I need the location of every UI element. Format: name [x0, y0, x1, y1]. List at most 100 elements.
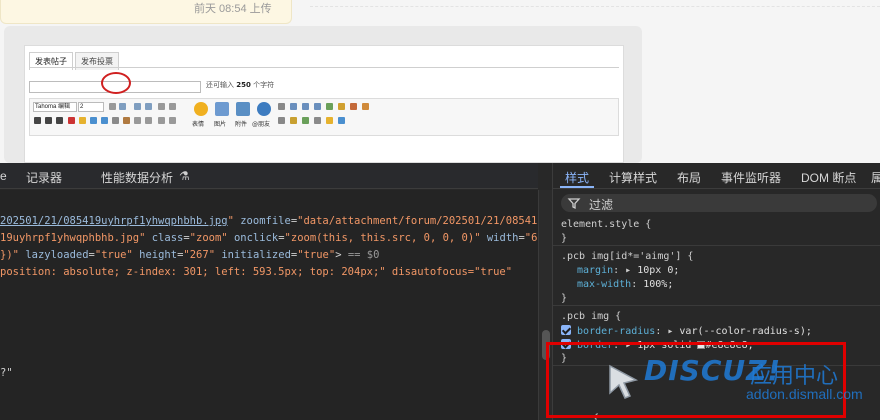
indent-icon[interactable] — [134, 117, 141, 124]
code-line-5[interactable]: ?" — [0, 367, 13, 379]
editor-screenshot: 发表帖子 发布投票 还可输入 250 个字符 Tahoma 编辑 2 表情 图片… — [24, 45, 624, 163]
tab-recorder[interactable]: 记录器 — [26, 169, 62, 186]
rule1-line2[interactable]: max-width: 100%; — [577, 279, 673, 290]
quote-icon[interactable] — [278, 103, 285, 110]
screenshot: 前天 08:54 上传 发表帖子 发布投票 还可输入 250 个字符 Tahom… — [0, 0, 880, 420]
class-value: zoom — [196, 232, 222, 244]
rule1-line1[interactable]: margin: ▸ 10px 0; — [577, 265, 679, 276]
rule1-prop-margin: margin — [577, 265, 614, 276]
unlink-icon[interactable] — [101, 117, 108, 124]
element-style-open[interactable]: element.style { — [561, 219, 651, 230]
rule2-selector[interactable]: .pcb img { — [561, 311, 621, 322]
outdent-icon[interactable] — [145, 117, 152, 124]
tab-partial[interactable]: e — [0, 169, 7, 183]
rule1-val-margin: 10px 0; — [637, 265, 680, 276]
code-line-2[interactable]: 19uyhrpf1yhwqphbhb.jpg" class="zoom" onc… — [0, 232, 556, 244]
zoomfile-value-cont: 19uyhrpf1yhwqphbhb.jpg — [0, 232, 140, 244]
rule2-line1[interactable]: border-radius: ▸ var(--color-radius-s); — [561, 325, 812, 337]
upload-time: 前天 08:54 上传 — [194, 3, 272, 15]
size-select[interactable]: 2 — [78, 102, 104, 112]
password-icon[interactable] — [302, 117, 309, 124]
bgcolor-icon[interactable] — [79, 117, 86, 124]
image-icon[interactable] — [215, 102, 229, 116]
font-hint: 编辑 — [58, 104, 71, 110]
rule2-val-radius: var(--color-radius-s); — [679, 326, 812, 337]
rule1-prop-maxwidth: max-width — [577, 279, 632, 290]
tab-dom-breakpoints[interactable]: DOM 断点 — [801, 169, 856, 186]
removeformat-icon[interactable] — [112, 117, 119, 124]
size-value: 2 — [80, 104, 84, 110]
annotation-circle — [101, 72, 131, 94]
src-link[interactable]: 202501/21/085419uyhrpf1yhwqphbhb.jpg — [0, 215, 228, 227]
audio-icon[interactable] — [314, 117, 321, 124]
watermark-url: addon.dismall.com — [746, 386, 863, 402]
table-icon[interactable] — [302, 103, 309, 110]
code-line-1[interactable]: 202501/21/085419uyhrpf1yhwqphbhb.jpg" zo… — [0, 215, 569, 227]
brush-icon[interactable] — [123, 117, 130, 124]
rule1-val-maxwidth: 100%; — [643, 279, 674, 290]
filter-input[interactable]: 过滤 — [561, 194, 877, 212]
media-icon[interactable] — [314, 103, 321, 110]
tab-event-listeners[interactable]: 事件监听器 — [721, 169, 781, 186]
attr-onclick: onclick — [233, 232, 279, 244]
font-select[interactable]: Tahoma 编辑 — [33, 102, 77, 112]
list2-icon[interactable] — [169, 103, 176, 110]
rule2-checkbox-radius[interactable] — [561, 325, 571, 335]
align-right-icon[interactable] — [145, 103, 152, 110]
float-left-icon[interactable] — [158, 117, 165, 124]
attr-zoomfile: zoomfile — [240, 215, 291, 227]
attr-height: height — [139, 249, 178, 261]
italic-icon[interactable] — [45, 117, 52, 124]
code-line-4[interactable]: position: absolute; z-index: 301; left: … — [0, 266, 512, 278]
code-icon[interactable] — [290, 103, 297, 110]
attr-lazyloaded: lazyloaded — [25, 249, 89, 261]
emoji-icon[interactable] — [194, 102, 208, 116]
tab-performance-insights[interactable]: 性能数据分析 — [101, 169, 173, 186]
attachment-label: 附件 — [235, 121, 248, 128]
bold-icon[interactable] — [34, 117, 41, 124]
cursor-arrow-icon — [609, 364, 639, 399]
limit-prefix: 还可输入 — [206, 81, 234, 89]
flash-icon[interactable] — [350, 103, 357, 110]
tab-layout[interactable]: 布局 — [677, 169, 701, 186]
rule-divider — [553, 305, 880, 306]
styles-tabs: 样式 计算样式 布局 事件监听器 DOM 断点 属 — [553, 163, 880, 189]
underline-icon[interactable] — [56, 117, 63, 124]
list-icon[interactable] — [158, 103, 165, 110]
limit-count: 250 — [236, 81, 251, 89]
tab-properties[interactable]: 属 — [871, 169, 880, 186]
rule1-selector[interactable]: .pcb img[id*='aimg'] { — [561, 251, 693, 262]
lazyloaded-value: true — [101, 249, 127, 261]
lock-icon[interactable] — [290, 117, 297, 124]
attachment-icon[interactable] — [236, 102, 250, 116]
elements-tree: 202501/21/085419uyhrpf1yhwqphbhb.jpg" zo… — [0, 190, 569, 420]
font-name: Tahoma — [35, 104, 57, 110]
smiley-icon[interactable] — [362, 103, 369, 110]
code-line-3[interactable]: })" lazyloaded="true" height="267" initi… — [0, 249, 379, 261]
devtools-main-tabs: e 记录器 性能数据分析 ⚗ — [0, 163, 538, 189]
attr-width: width — [486, 232, 519, 244]
hide-icon[interactable] — [326, 103, 333, 110]
color-icon[interactable] — [68, 117, 75, 124]
element-style-close: } — [561, 233, 568, 244]
initialized-value: true — [303, 249, 329, 261]
attr-class: class — [151, 232, 184, 244]
float-right-icon[interactable] — [169, 117, 176, 124]
rule1-close: } — [561, 293, 568, 304]
tab-computed[interactable]: 计算样式 — [609, 169, 657, 186]
hr-icon[interactable] — [278, 117, 285, 124]
free-icon[interactable] — [338, 103, 345, 110]
height-value: 267 — [189, 249, 209, 261]
align-left-icon[interactable] — [119, 103, 126, 110]
link-icon[interactable] — [90, 117, 97, 124]
sale-icon[interactable] — [326, 117, 333, 124]
align-center-icon[interactable] — [134, 103, 141, 110]
post-icon[interactable] — [338, 117, 345, 124]
onclick-value: zoom(this, this.src, 0, 0, 0) — [290, 232, 475, 244]
at-icon[interactable] — [257, 102, 271, 116]
tab-styles[interactable]: 样式 — [565, 169, 589, 186]
forum-page: 前天 08:54 上传 发表帖子 发布投票 还可输入 250 个字符 Tahom… — [0, 0, 880, 163]
rule-divider — [553, 245, 880, 246]
tab-divider — [29, 67, 619, 68]
text-color-icon[interactable] — [109, 103, 116, 110]
